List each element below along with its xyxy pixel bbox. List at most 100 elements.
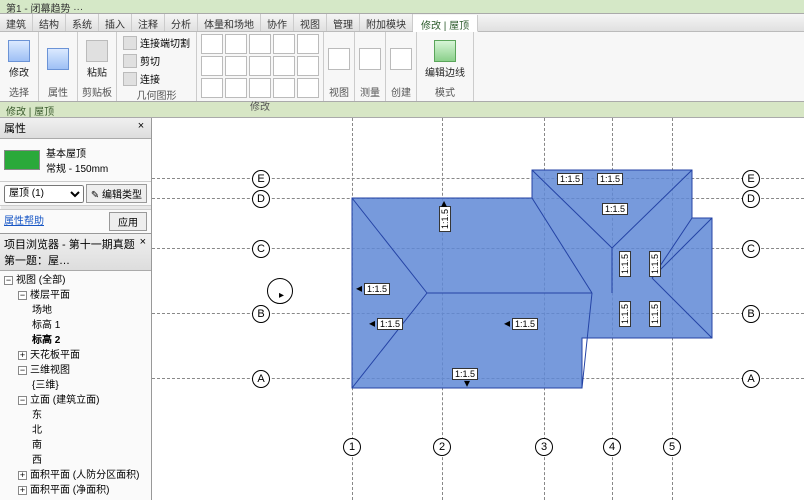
tab-structure[interactable]: 结构 — [33, 14, 66, 31]
toggle-icon[interactable]: − — [18, 396, 27, 405]
pin-icon[interactable] — [297, 56, 319, 76]
panel-measure: 测量 — [355, 32, 386, 101]
mirror-icon[interactable] — [201, 56, 223, 76]
panel-create-label: 创建 — [390, 84, 412, 99]
slope-tag[interactable]: 1:1.5 — [619, 301, 631, 327]
slope-tag[interactable]: 1:1.5 — [557, 173, 583, 185]
toggle-icon[interactable]: − — [18, 291, 27, 300]
tab-collaborate[interactable]: 协作 — [261, 14, 294, 31]
slope-tag[interactable]: 1:1.5 — [377, 318, 403, 330]
type-selector[interactable]: 屋顶 (1) — [4, 185, 84, 203]
area-plans2-node[interactable]: 面积平面 (净面积) — [30, 485, 109, 496]
toggle-icon[interactable]: + — [18, 351, 27, 360]
3d-views-node[interactable]: 三维视图 — [30, 365, 70, 376]
elevations-node[interactable]: 立面 (建筑立面) — [30, 395, 99, 406]
paste-button[interactable]: 粘贴 — [82, 38, 112, 81]
align-icon[interactable] — [201, 34, 223, 54]
slope-tag[interactable]: 1:1.5 — [619, 251, 631, 277]
tab-analyze[interactable]: 分析 — [165, 14, 198, 31]
tab-architecture[interactable]: 建筑 — [0, 14, 33, 31]
slope-tag[interactable]: 1:1.5 — [649, 301, 661, 327]
south-node[interactable]: 南 — [4, 438, 147, 453]
level2-node[interactable]: 标高 2 — [4, 333, 147, 348]
views-root[interactable]: 视图 (全部) — [16, 275, 65, 286]
tab-modify-roof[interactable]: 修改 | 屋顶 — [413, 15, 478, 32]
group-icon[interactable] — [225, 78, 247, 98]
array-icon[interactable] — [249, 56, 271, 76]
grid-bubble-c-r: C — [742, 240, 760, 258]
panel-clipboard-label: 剪贴板 — [82, 84, 112, 99]
view-icon[interactable] — [328, 48, 350, 70]
measure-icon[interactable] — [359, 48, 381, 70]
properties-help-link[interactable]: 属性帮助 — [4, 212, 44, 231]
copy-icon[interactable] — [249, 34, 271, 54]
west-node[interactable]: 西 — [4, 453, 147, 468]
toggle-icon[interactable]: − — [18, 366, 27, 375]
corner-icon[interactable] — [297, 78, 319, 98]
properties-icon — [47, 48, 69, 70]
grid-bubble-b: B — [252, 305, 270, 323]
extend-icon[interactable] — [273, 78, 295, 98]
toggle-icon[interactable]: + — [18, 471, 27, 480]
panel-modify: 修改 — [197, 32, 324, 101]
tab-systems[interactable]: 系统 — [66, 14, 99, 31]
edit-boundary-button[interactable]: 编辑边线 — [421, 38, 469, 81]
east-node[interactable]: 东 — [4, 408, 147, 423]
toggle-icon[interactable]: + — [18, 486, 27, 495]
3d-node[interactable]: {三维} — [4, 378, 147, 393]
roof-shape[interactable] — [152, 118, 804, 500]
browser-close-icon[interactable]: × — [139, 236, 147, 248]
project-browser-tree[interactable]: −视图 (全部) −楼层平面 场地 标高 1 标高 2 +天花板平面 −三维视图… — [0, 271, 151, 500]
properties-palette-title: 属性 × — [0, 118, 151, 139]
level1-node[interactable]: 标高 1 — [4, 318, 147, 333]
floor-plans-node[interactable]: 楼层平面 — [30, 290, 70, 301]
grid-bubble-d: D — [252, 190, 270, 208]
modify-button-label: 修改 — [9, 64, 29, 79]
paste-icon — [86, 40, 108, 62]
properties-button[interactable] — [43, 46, 73, 72]
tab-view[interactable]: 视图 — [294, 14, 327, 31]
slope-tag[interactable]: 1:1.5 — [649, 251, 661, 277]
scale-icon[interactable] — [273, 56, 295, 76]
split-icon[interactable] — [225, 56, 247, 76]
grid-bubble-4: 4 — [603, 438, 621, 456]
arrow-icon: ▾ — [464, 376, 470, 390]
create-icon[interactable] — [390, 48, 412, 70]
connect-cut-button[interactable]: 连接端切割 — [121, 34, 192, 51]
slope-tag[interactable]: 1:1.5 — [364, 283, 390, 295]
move-icon[interactable] — [225, 34, 247, 54]
area-plans-node[interactable]: 面积平面 (人防分区面积) — [30, 470, 139, 481]
tab-annotate[interactable]: 注释 — [132, 14, 165, 31]
type-thumbnail[interactable]: 基本屋顶 常规 - 150mm — [0, 139, 151, 182]
north-node[interactable]: 北 — [4, 423, 147, 438]
tab-addins[interactable]: 附加模块 — [360, 14, 413, 31]
browser-title: 项目浏览器 - 第十一期真题第一题：屋… × — [0, 234, 151, 271]
cut-button[interactable]: 剪切 — [121, 52, 192, 69]
slope-tag[interactable]: 1:1.5 — [597, 173, 623, 185]
offset-icon[interactable] — [201, 78, 223, 98]
modify-button[interactable]: 修改 — [4, 38, 34, 81]
drawing-canvas[interactable]: E D C B A E D C B A 1 2 3 4 5 1:1.5 ◂ 1:… — [152, 118, 804, 500]
close-icon[interactable]: × — [135, 120, 147, 132]
tab-insert[interactable]: 插入 — [99, 14, 132, 31]
join-button[interactable]: 连接 — [121, 70, 192, 87]
slope-tag[interactable]: 1:1.5 — [512, 318, 538, 330]
grid-bubble-1: 1 — [343, 438, 361, 456]
site-node[interactable]: 场地 — [4, 303, 147, 318]
tab-manage[interactable]: 管理 — [327, 14, 360, 31]
grid-bubble-d-r: D — [742, 190, 760, 208]
rotate-icon[interactable] — [273, 34, 295, 54]
delete-icon[interactable] — [249, 78, 271, 98]
toggle-icon[interactable]: − — [4, 276, 13, 285]
trim-icon[interactable] — [297, 34, 319, 54]
apply-button[interactable]: 应用 — [109, 212, 147, 231]
slope-tag[interactable]: 1:1.5 — [602, 203, 628, 215]
panel-geometry-label: 几何图形 — [121, 87, 192, 102]
ceiling-plans-node[interactable]: 天花板平面 — [30, 350, 80, 361]
ribbon: 修改 选择 属性 粘贴 剪贴板 连接端切割 剪切 连接 几 — [0, 32, 804, 102]
grid-bubble-2: 2 — [433, 438, 451, 456]
edit-type-button[interactable]: ✎ 编辑类型 — [86, 184, 147, 203]
tab-massing[interactable]: 体量和场地 — [198, 14, 261, 31]
properties-title-text: 属性 — [4, 120, 26, 136]
panel-create: 创建 — [386, 32, 417, 101]
